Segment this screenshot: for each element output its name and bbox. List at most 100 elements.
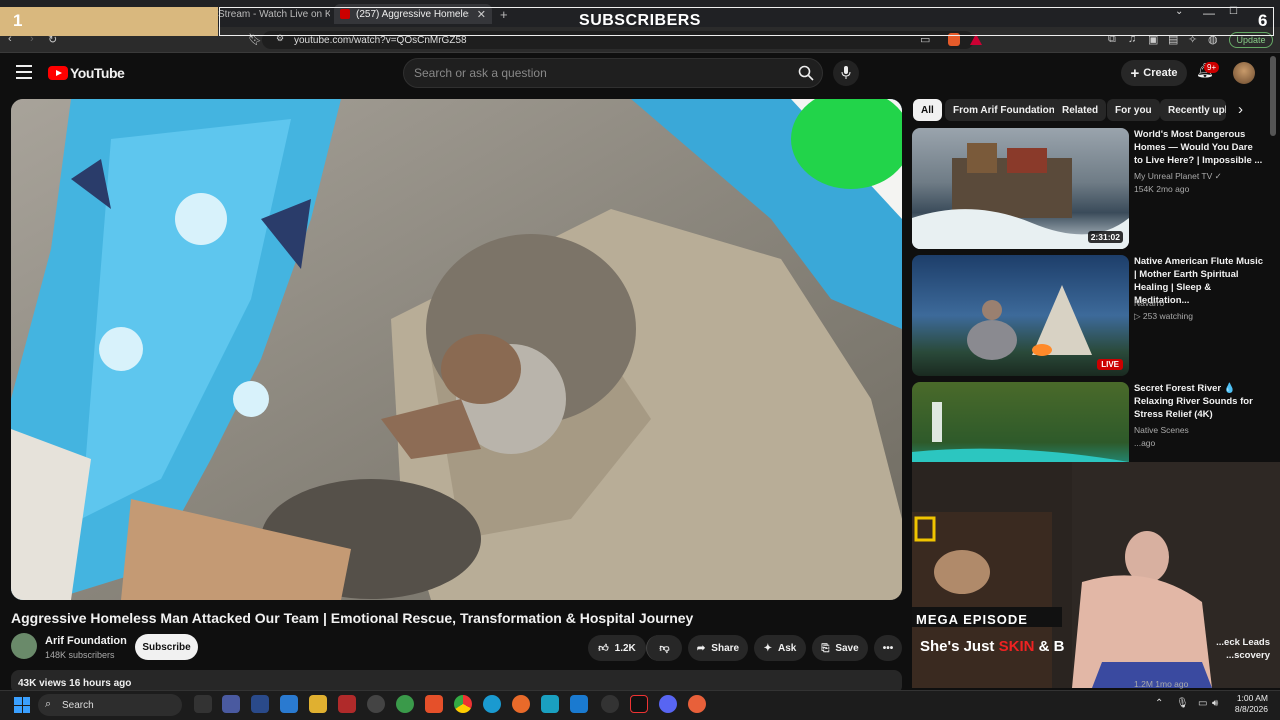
vscode-icon[interactable] [570,695,588,713]
file-explorer-icon[interactable] [309,695,327,713]
thumbnail-headline: She's Just SKIN & B [920,638,1065,655]
taskbar-search[interactable]: ⌕ Search [38,694,182,716]
chip-related[interactable]: Related [1054,99,1107,121]
notification-badge: 9+ [1204,62,1220,73]
app-icon[interactable] [222,695,240,713]
app-icon[interactable] [688,695,706,713]
app-icon[interactable] [541,695,559,713]
channel-avatar[interactable] [11,633,37,659]
search-button[interactable] [789,58,823,88]
taskbar-clock[interactable]: 1:00 AM 8/8/2026 [1226,693,1268,715]
brave-browser-icon[interactable] [425,695,443,713]
youtube-logo-text: YouTube [70,65,125,81]
chip-recently-uploaded[interactable]: Recently uploaded [1160,99,1226,121]
related-title[interactable]: World's Most Dangerous Homes — Would You… [1134,128,1264,167]
app-icon[interactable] [338,695,356,713]
windows-start-icon[interactable] [14,697,30,713]
related-meta: ...ago [1134,438,1156,448]
discord-icon[interactable] [659,695,677,713]
microphone-icon [841,66,851,79]
network-icon[interactable]: ▭ [1198,698,1207,709]
live-dot-icon: ▷ [1134,311,1141,321]
plus-icon: + [1130,64,1140,82]
duration-badge: 2:31:02 [1087,231,1123,243]
more-dots-icon: ••• [882,642,894,654]
chip-from-channel[interactable]: From Arif Foundation [945,99,1063,121]
youtube-play-icon [48,66,68,80]
app-icon[interactable] [367,695,385,713]
related-channel[interactable]: My Unreal Planet TV ✓ [1134,170,1222,182]
search-icon: ⌕ [45,698,52,710]
page-scrollbar[interactable] [1270,56,1276,136]
related-meta: 1.2M 1mo ago [1134,679,1189,689]
thumbs-down-icon: 👎︎ [659,643,670,654]
clock-time: 1:00 AM [1236,693,1268,703]
create-label: Create [1143,67,1178,79]
save-button[interactable]: ⎘ Save [812,635,868,661]
chip-all[interactable]: All [913,99,942,121]
save-label: Save [835,642,859,654]
bookmark-save-icon: ⎘ [821,642,830,654]
related-meta: ▷ 253 watching [1134,311,1194,321]
search-icon [798,65,814,81]
app-icon[interactable] [194,695,212,713]
app-icon[interactable] [251,695,269,713]
chevron-right-icon[interactable]: › [1238,101,1243,118]
tray-chevron-icon[interactable]: ⌃ [1155,698,1163,709]
ask-button[interactable]: ✦ Ask [754,635,806,661]
video-frame-image [11,99,902,600]
channel-subscriber-count: 148K subscribers [45,650,115,660]
ask-label: Ask [778,642,797,654]
video-title: Aggressive Homeless Man Attacked Our Tea… [11,610,694,626]
live-badge: LIVE [1097,359,1123,370]
like-button[interactable]: 👍︎ 1.2K [588,635,646,661]
youtube-logo[interactable]: YouTube [48,65,125,81]
subscriber-goal-count: 6 [1258,11,1268,30]
voice-search-button[interactable] [833,60,859,86]
microphone-tray-icon[interactable]: 🎙︎ [1176,698,1189,709]
related-thumbnail[interactable]: 2:31:02 [912,128,1129,249]
verified-icon: ✓ [1214,171,1222,181]
firefox-icon[interactable] [512,695,530,713]
channel-name[interactable]: Arif Foundation [45,635,127,647]
volume-icon[interactable]: 🔊︎ [1212,698,1218,709]
app-icon[interactable] [280,695,298,713]
related-channel[interactable]: Navarro [1134,297,1164,309]
url-text: youtube.com/watch?v=QOsCnMrGZ58 [294,34,467,46]
related-thumbnail[interactable]: LIVE [912,255,1129,376]
related-channel[interactable]: Native Scenes [1134,424,1189,436]
tiktok-icon[interactable] [630,695,648,713]
obs-icon[interactable] [601,695,619,713]
dislike-button[interactable]: 👎︎ [646,635,682,661]
more-actions-button[interactable]: ••• [874,635,902,661]
like-count: 1.2K [614,642,636,654]
subscriber-current-count: 1 [13,11,23,30]
chrome-icon[interactable] [454,695,472,713]
related-meta: 154K 2mo ago [1134,184,1190,194]
subscriber-goal-frame [219,7,1274,36]
search-input[interactable]: Search or ask a question [403,58,823,88]
edge-icon[interactable] [483,695,501,713]
related-title[interactable]: ...eck Leads ...scovery [1180,636,1270,662]
mega-episode-label: MEGA EPISODE [916,612,1028,627]
views-and-age: 43K views 16 hours ago [18,678,132,689]
thumbs-up-icon: 👍︎ [598,643,609,654]
subscriber-progress-fill [0,7,218,36]
thumbnail-image [967,285,1092,360]
subscribers-label: SUBSCRIBERS [579,12,701,29]
subscribe-button[interactable]: Subscribe [135,634,198,660]
search-placeholder: Search or ask a question [414,66,547,80]
share-label: Share [711,642,740,654]
chip-for-you[interactable]: For you [1107,99,1160,121]
app-icon[interactable] [396,695,414,713]
create-button[interactable]: + Create [1121,60,1187,86]
account-avatar[interactable] [1233,62,1255,84]
related-title[interactable]: Secret Forest River 💧 Relaxing River Sou… [1134,382,1264,421]
taskbar-search-label: Search [62,699,94,711]
clock-date: 8/8/2026 [1234,704,1268,714]
share-arrow-icon: ➦ [696,642,706,654]
share-button[interactable]: ➦ Share [688,635,748,661]
hamburger-menu-icon[interactable] [16,65,32,79]
video-player[interactable] [11,99,902,600]
sparkle-icon: ✦ [763,642,773,654]
